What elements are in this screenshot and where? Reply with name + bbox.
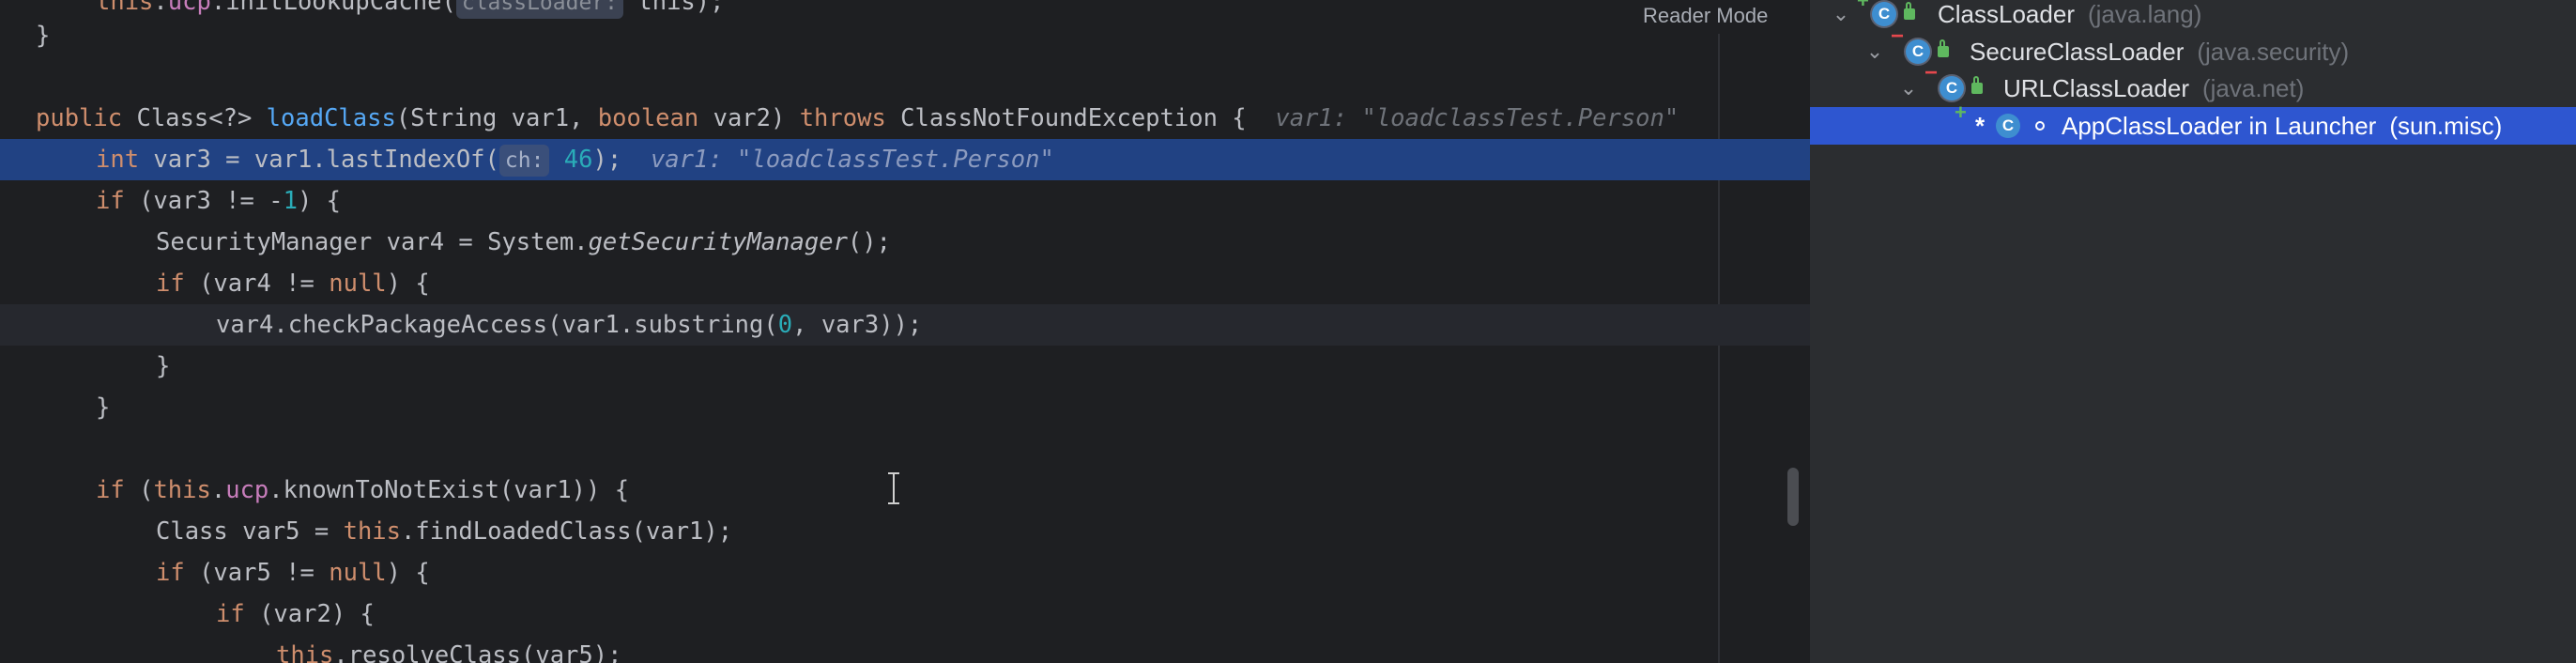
code-text: ) { — [386, 270, 430, 298]
inline-debug-value: var1: "loadclassTest.Person" — [650, 146, 1054, 174]
code-text: SecurityManager var4 = System. — [156, 228, 589, 256]
keyword: if — [96, 187, 125, 215]
code-text: ( — [124, 476, 154, 504]
hierarchy-class-name: URLClassLoader — [2003, 74, 2189, 102]
code-line[interactable]: } — [0, 387, 1810, 428]
package-private-icon — [2035, 121, 2045, 131]
code-line[interactable]: SecurityManager var4 = System.getSecurit… — [0, 222, 1810, 263]
hierarchy-class-name: SecureClassLoader — [1970, 38, 2185, 66]
code-text: Class var5 = — [156, 517, 344, 546]
code-editor[interactable]: this.ucp.initLookupCache(classLoader: th… — [0, 0, 1810, 663]
code-text: ) { — [386, 559, 430, 587]
keyword: if — [156, 559, 185, 587]
code-text: (String var1, — [395, 104, 598, 132]
code-line[interactable]: if (var4 != null) { — [0, 263, 1810, 304]
lock-icon — [1971, 76, 1983, 94]
code-line[interactable]: public Class<?> loadClass(String var1, b… — [0, 98, 1810, 139]
ide-window: this.ucp.initLookupCache(classLoader: th… — [0, 0, 2576, 663]
type-hierarchy-panel: ⌄ + C ClassLoader (java.lang) ⌄ − C Secur… — [1810, 0, 2576, 663]
number-literal: 46 — [563, 146, 593, 174]
method-declaration: loadClass — [266, 104, 396, 132]
chevron-down-icon[interactable]: ⌄ — [1863, 33, 1887, 70]
hierarchy-item-appclassloader[interactable]: + * C AppClassLoader in Launcher (sun.mis… — [1810, 100, 2576, 145]
code-text: } — [96, 393, 111, 422]
code-line[interactable]: Class var5 = this.findLoadedClass(var1); — [0, 511, 1810, 552]
code-text: .knownToNotExist(var1)) { — [268, 476, 630, 504]
keyword: boolean — [597, 104, 699, 132]
keyword: if — [96, 476, 125, 504]
vertical-scrollbar[interactable] — [1787, 468, 1799, 526]
field-ref: ucp — [167, 0, 211, 16]
code-line[interactable]: this.resolveClass(var5); — [0, 635, 1810, 663]
keyword: if — [216, 600, 245, 628]
keyword: this — [96, 0, 154, 16]
keyword: int — [96, 146, 140, 174]
code-text: , var3)); — [792, 311, 923, 339]
text-cursor-icon — [888, 472, 899, 504]
code-line[interactable]: if (var3 != -1) { — [0, 180, 1810, 222]
star-icon: * — [1975, 112, 1986, 140]
hierarchy-package: (java.lang) — [2087, 0, 2202, 28]
hierarchy-class-name: ClassLoader — [1938, 0, 2075, 28]
hierarchy-package: (java.security) — [2197, 38, 2350, 66]
number-literal: 1 — [283, 187, 298, 215]
chevron-down-icon[interactable]: ⌄ — [1896, 69, 1921, 107]
code-text: (); — [847, 228, 891, 256]
code-text: var4.checkPackageAccess(var1.substring( — [216, 311, 778, 339]
hierarchy-package: (java.net) — [2201, 74, 2305, 102]
code-text: . — [210, 476, 226, 504]
code-text: ClassNotFoundException { — [885, 104, 1247, 132]
keyword: if — [156, 270, 185, 298]
execution-point-line[interactable]: int var3 = var1.lastIndexOf(ch: 46); var… — [0, 139, 1810, 180]
hierarchy-item-classloader[interactable]: ⌄ + C ClassLoader (java.lang) — [1810, 0, 2576, 33]
code-line[interactable]: if (var2) { — [0, 594, 1810, 635]
code-text: } — [156, 352, 171, 380]
keyword: this — [276, 641, 334, 663]
lock-icon — [1938, 39, 1949, 57]
code-text: (var5 != — [184, 559, 330, 587]
code-text: .findLoadedClass(var1); — [401, 517, 733, 546]
code-line[interactable]: } — [0, 15, 1810, 56]
chevron-down-icon[interactable]: ⌄ — [1829, 0, 1853, 33]
code-text: ); — [592, 146, 622, 174]
keyword: this — [153, 476, 211, 504]
hierarchy-item-urlclassloader[interactable]: ⌄ − C URLClassLoader (java.net) — [1810, 60, 2576, 107]
reader-mode-toggle[interactable]: Reader Mode — [1643, 2, 1768, 30]
code-text: (var4 != — [184, 270, 330, 298]
keyword: throws — [799, 104, 886, 132]
inline-debug-value: var1: "loadclassTest.Person" — [1275, 104, 1679, 132]
code-text: Class<?> — [122, 104, 267, 132]
code-text: (var2) { — [244, 600, 375, 628]
code-text: } — [36, 22, 51, 50]
code-text: .initLookupCache( — [210, 0, 456, 16]
code-text: var3 = var1.lastIndexOf( — [139, 146, 499, 174]
code-line[interactable]: if (this.ucp.knownToNotExist(var1)) { — [0, 470, 1810, 511]
param-hint-chip: ch: — [498, 145, 550, 177]
code-text: ) { — [297, 187, 342, 215]
code-text: this); — [623, 0, 725, 16]
hierarchy-package: (sun.misc) — [2389, 112, 2503, 140]
field-ref: ucp — [225, 476, 269, 504]
caret-line[interactable]: var4.checkPackageAccess(var1.substring(0… — [0, 304, 1810, 346]
lock-icon — [1904, 2, 1915, 20]
code-line[interactable]: } — [0, 346, 1810, 387]
static-method-call: getSecurityManager — [588, 228, 848, 256]
number-literal: 0 — [777, 311, 793, 339]
keyword: null — [329, 270, 387, 298]
code-line[interactable]: if (var5 != null) { — [0, 552, 1810, 594]
code-text: (var3 != - — [124, 187, 284, 215]
hierarchy-class-name: AppClassLoader in Launcher — [2062, 112, 2377, 140]
code-text: .resolveClass(var5); — [333, 641, 622, 663]
keyword: null — [329, 559, 387, 587]
code-text: var2) — [698, 104, 800, 132]
keyword: this — [343, 517, 402, 546]
keyword: public — [36, 104, 123, 132]
class-icon: C — [1996, 114, 2020, 138]
